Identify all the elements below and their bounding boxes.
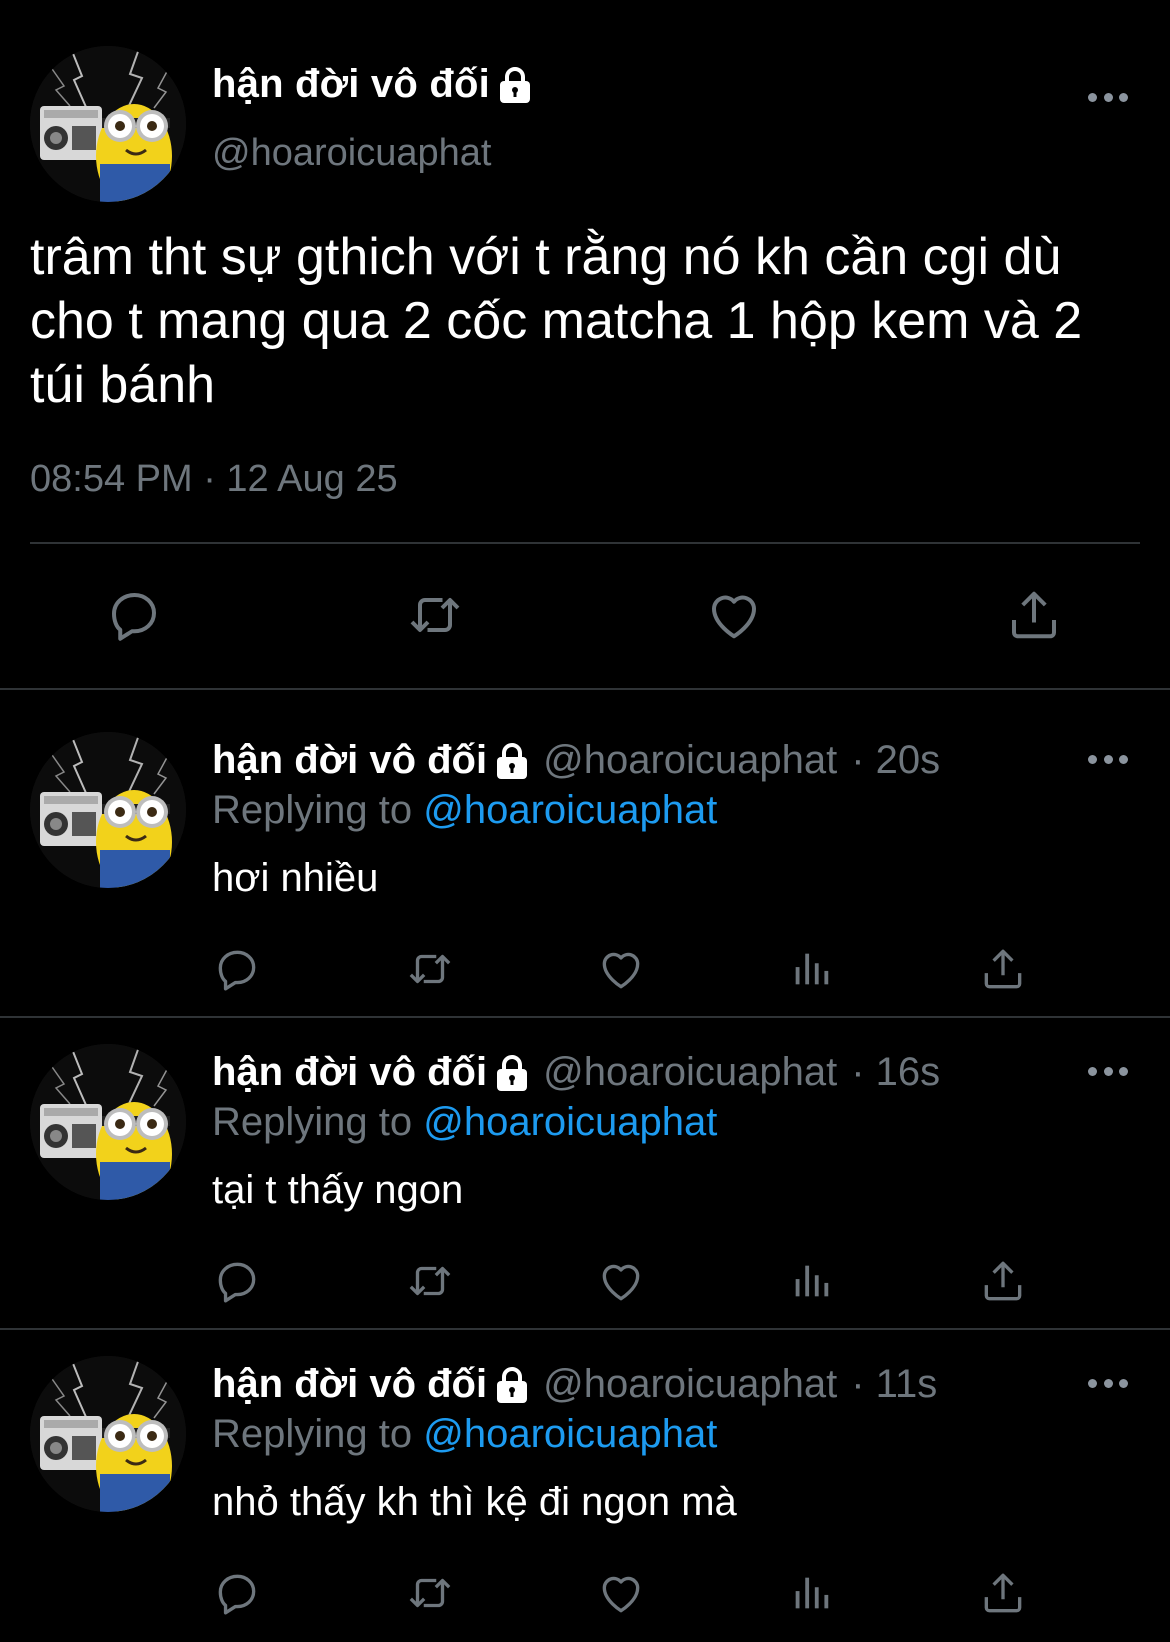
replying-to: Replying to @hoaroicuaphat [212, 788, 717, 833]
author-handle: @hoaroicuaphat [543, 738, 838, 782]
more-icon[interactable] [1088, 752, 1128, 766]
share-icon[interactable] [978, 944, 1028, 994]
share-icon[interactable] [1004, 585, 1064, 645]
reply-time: · 11s [851, 1362, 938, 1406]
tweet-timestamp[interactable]: 08:54 PM · 12 Aug 25 [30, 458, 398, 501]
like-icon[interactable] [704, 585, 764, 645]
lock-icon [498, 66, 532, 104]
reply-icon[interactable] [104, 585, 164, 645]
display-name-text: hận đời vô đối [212, 62, 490, 106]
more-icon[interactable] [1088, 1376, 1128, 1390]
reply-icon[interactable] [212, 944, 262, 994]
lock-icon [495, 742, 529, 780]
reply-text: nhỏ thấy kh thì kệ đi ngon mà [212, 1480, 737, 1524]
like-icon[interactable] [596, 1256, 646, 1306]
replying-prefix: Replying to [212, 1412, 413, 1456]
lock-icon [495, 1054, 529, 1092]
more-icon[interactable] [1088, 90, 1128, 104]
lock-icon [495, 1366, 529, 1404]
reply-time: · 20s [851, 738, 941, 782]
author-handle: @hoaroicuaphat [543, 1362, 838, 1406]
reply-text: hơi nhiều [212, 856, 379, 900]
reply-icon[interactable] [212, 1256, 262, 1306]
author-handle: @hoaroicuaphat [543, 1050, 838, 1094]
replying-prefix: Replying to [212, 1100, 413, 1144]
retweet-icon[interactable] [402, 944, 458, 994]
divider [0, 1328, 1170, 1330]
replying-to: Replying to @hoaroicuaphat [212, 1412, 717, 1457]
replying-to: Replying to @hoaroicuaphat [212, 1100, 717, 1145]
divider [0, 688, 1170, 690]
avatar[interactable] [30, 1356, 186, 1512]
display-name-text: hận đời vô đối [212, 1362, 488, 1406]
share-icon[interactable] [978, 1568, 1028, 1618]
reply-icon[interactable] [212, 1568, 262, 1618]
display-name-text: hận đời vô đối [212, 738, 488, 782]
display-name-text: hận đời vô đối [212, 1050, 488, 1094]
replying-handle-link[interactable]: @hoaroicuaphat [423, 788, 717, 832]
share-icon[interactable] [978, 1256, 1028, 1306]
more-icon[interactable] [1088, 1064, 1128, 1078]
retweet-icon[interactable] [402, 585, 468, 645]
views-icon[interactable] [788, 1568, 834, 1618]
avatar[interactable] [30, 46, 186, 202]
divider [0, 1016, 1170, 1018]
reply-header[interactable]: hận đời vô đối @hoaroicuaphat · 11s [212, 1362, 937, 1407]
replying-prefix: Replying to [212, 788, 413, 832]
replying-handle-link[interactable]: @hoaroicuaphat [423, 1412, 717, 1456]
divider [30, 542, 1140, 544]
author-display-name[interactable]: hận đời vô đối [212, 62, 532, 107]
views-icon[interactable] [788, 1256, 834, 1306]
author-handle[interactable]: @hoaroicuaphat [212, 132, 491, 175]
like-icon[interactable] [596, 944, 646, 994]
reply-time: · 16s [851, 1050, 941, 1094]
avatar[interactable] [30, 732, 186, 888]
avatar[interactable] [30, 1044, 186, 1200]
reply-header[interactable]: hận đời vô đối @hoaroicuaphat · 16s [212, 1050, 940, 1095]
reply-text: tại t thấy ngon [212, 1168, 464, 1212]
like-icon[interactable] [596, 1568, 646, 1618]
retweet-icon[interactable] [402, 1568, 458, 1618]
views-icon[interactable] [788, 944, 834, 994]
replying-handle-link[interactable]: @hoaroicuaphat [423, 1100, 717, 1144]
tweet-text: trâm tht sự gthich với t rằng nó kh cần … [30, 228, 1083, 414]
reply-header[interactable]: hận đời vô đối @hoaroicuaphat · 20s [212, 738, 940, 783]
retweet-icon[interactable] [402, 1256, 458, 1306]
